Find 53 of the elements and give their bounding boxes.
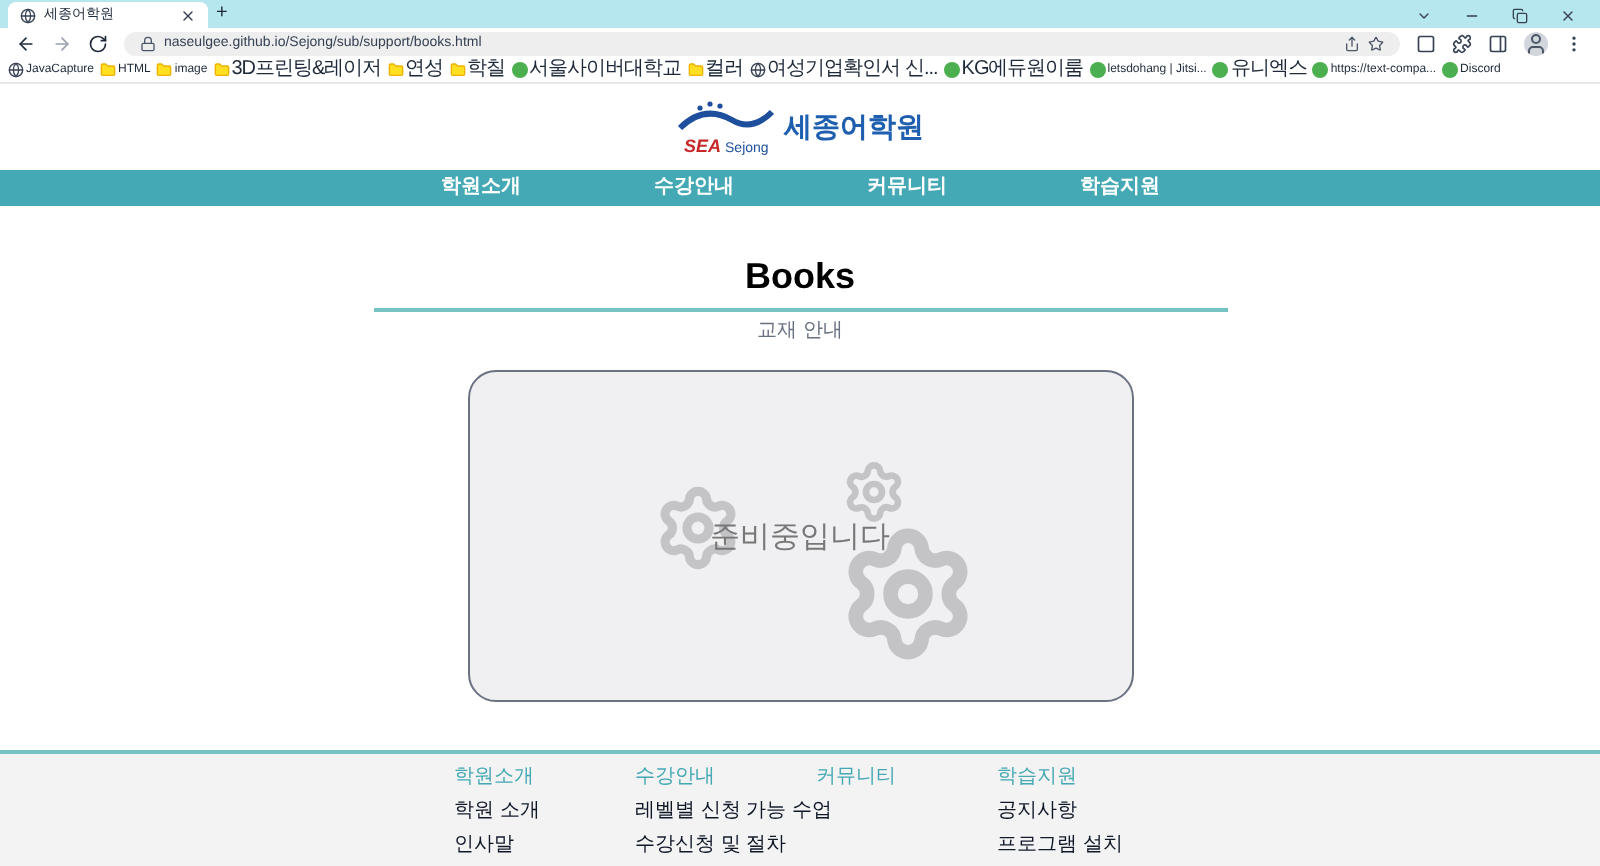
footer-heading: 학원소개 — [454, 766, 534, 790]
puzzle-icon[interactable] — [1452, 33, 1472, 53]
side-panel-icon[interactable] — [1488, 33, 1508, 53]
footer-link[interactable]: 공지사항 — [997, 800, 1077, 824]
folder-icon — [100, 62, 117, 78]
site-icon — [511, 62, 528, 78]
footer-heading: 커뮤니티 — [816, 766, 896, 790]
avatar-icon[interactable] — [1524, 31, 1548, 55]
close-icon[interactable] — [180, 7, 196, 23]
folder-icon — [156, 62, 173, 78]
folder-icon — [213, 62, 230, 78]
footer-heading: 학습지원 — [997, 766, 1077, 790]
bookmark-link[interactable]: KG에듀원이룸 — [961, 58, 1084, 82]
lock-icon — [140, 35, 156, 51]
page-title: Books — [744, 258, 855, 294]
site-icon — [943, 62, 960, 78]
footer-link[interactable]: 수강신청 및 절차 — [635, 834, 787, 858]
globe-icon — [749, 62, 766, 78]
bookmark-link[interactable]: 3D프린팅&레이저 — [231, 58, 382, 82]
folder-icon — [387, 62, 404, 78]
footer-link[interactable]: 프로그램 설치 — [997, 834, 1123, 858]
logo-name: 세종어학원 — [784, 111, 924, 139]
bookmark-link[interactable]: 컬러 — [705, 58, 744, 82]
site-icon — [1442, 62, 1459, 78]
bookmark-link[interactable]: 연성 — [405, 58, 444, 82]
site-icon — [1089, 62, 1106, 78]
preparing-text: 준비중입니다 — [710, 521, 890, 551]
page-subtitle: 교재 안내 — [757, 322, 843, 342]
bookmark-link[interactable]: 유니엑스 — [1230, 58, 1307, 82]
folder-icon — [449, 62, 466, 78]
share-icon[interactable] — [1344, 35, 1360, 51]
globe-icon — [8, 62, 24, 78]
footer-link[interactable]: 인사말 — [454, 834, 514, 858]
footer-link[interactable]: 레벨별 신청 가능 수업 — [635, 800, 832, 824]
folder-icon — [687, 62, 704, 78]
restore-icon[interactable] — [1512, 8, 1528, 24]
bookmark-link[interactable]: 학칠 — [467, 58, 506, 82]
extension-icon[interactable] — [1416, 33, 1436, 53]
chevron-icon[interactable] — [1416, 8, 1432, 24]
logo-mark: SEA — [684, 137, 722, 155]
footer-heading: 수강안내 — [635, 766, 715, 790]
site-icon — [1312, 62, 1329, 78]
bookmark-link[interactable]: 서울사이버대학교 — [529, 58, 682, 82]
reload-icon[interactable] — [88, 33, 108, 53]
star-icon[interactable] — [1368, 35, 1384, 51]
bookmark-link[interactable]: 여성기업확인서 신... — [767, 58, 938, 82]
footer-link[interactable]: 학원 소개 — [454, 800, 540, 824]
forward-icon[interactable] — [52, 33, 72, 53]
close-icon[interactable] — [1560, 8, 1576, 24]
globe-icon — [20, 7, 36, 23]
new-tab-button[interactable]: + — [216, 4, 228, 24]
back-icon[interactable] — [16, 33, 36, 53]
site-icon — [1212, 62, 1229, 78]
